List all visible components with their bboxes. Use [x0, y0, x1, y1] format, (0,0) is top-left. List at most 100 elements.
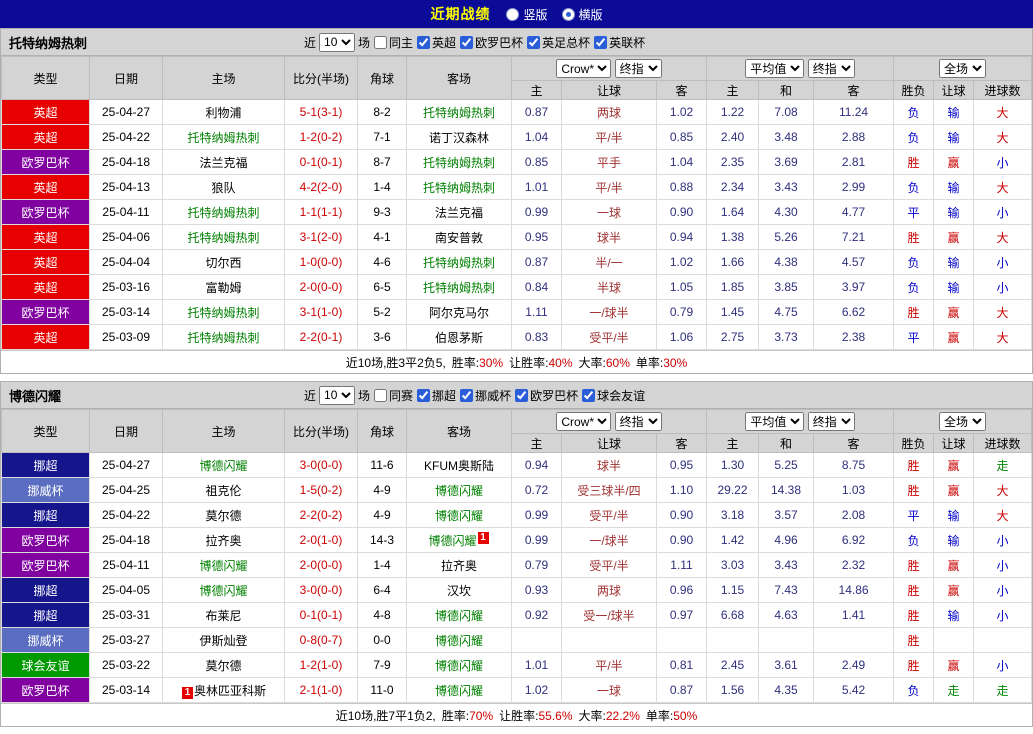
match-date: 25-04-11 [89, 552, 163, 578]
handicap: 平/半 [561, 124, 657, 150]
odds-company-select[interactable]: Crow* [556, 412, 612, 431]
league-filter-checkbox[interactable] [460, 35, 474, 49]
col-score: 比分(半场) [284, 56, 358, 100]
odds-stage-select[interactable]: 终指 [614, 412, 662, 431]
league-filter-checkbox[interactable] [460, 388, 474, 402]
avg-home: 1.85 [706, 274, 760, 300]
league-filter[interactable]: 英联杯 [593, 34, 645, 51]
odds-away: 1.06 [655, 324, 708, 350]
home-team-cell: 托特纳姆热刺 [162, 124, 285, 150]
avg-home [706, 627, 760, 653]
corner-score: 1-4 [357, 552, 407, 578]
team-name: 博德闪耀 [434, 608, 483, 623]
away-team-cell: 托特纳姆热刺 [406, 99, 512, 125]
avg-draw: 3.73 [758, 324, 815, 350]
recent-results-page: 近期战绩 竖版 横版 托特纳姆热刺 近 10 场 同主 英超 欧罗巴杯 英足总杯 [0, 0, 1033, 727]
corner-score: 7-9 [357, 652, 407, 678]
avg-odds-select[interactable]: 平均值 [745, 59, 805, 78]
result-outcome: 胜 [893, 552, 935, 578]
league-filter-checkbox[interactable] [515, 388, 529, 402]
away-team-cell: 博德闪耀 [406, 652, 512, 678]
league-filter[interactable]: 英超 [416, 34, 456, 51]
league-filter[interactable]: 挪威杯 [459, 387, 511, 404]
home-team-cell: 博德闪耀 [162, 452, 285, 478]
match-row: 英超 25-04-27 利物浦 5-1(3-1) 8-2 托特纳姆热刺 0.87 两球 1.02… [1, 99, 1032, 125]
horizontal-layout-label: 横版 [578, 7, 603, 22]
result-goals: 小 [973, 577, 1032, 603]
avg-away: 2.08 [813, 502, 895, 528]
horizontal-layout-radio[interactable]: 横版 [561, 6, 603, 23]
result-goals: 大 [973, 324, 1032, 350]
match-date: 25-03-09 [89, 324, 163, 350]
vertical-layout-radio[interactable]: 竖版 [506, 6, 548, 23]
near-label: 近 [304, 388, 317, 403]
league-filter[interactable]: 欧罗巴杯 [459, 34, 523, 51]
avg-home: 1.64 [706, 199, 760, 225]
league-filter-checkbox[interactable] [582, 388, 596, 402]
col-away: 客场 [406, 409, 512, 453]
over-rate-stat: 大率:22.2% [578, 708, 640, 723]
league-filter-checkbox[interactable] [417, 388, 431, 402]
results-table: 类型 日期 主场 比分(半场) 角球 客场 Crow* 终指 平均值 终指 全场… [1, 56, 1032, 350]
match-date: 25-04-25 [89, 477, 163, 503]
same-home-checkbox[interactable] [374, 35, 388, 49]
avg-home: 1.66 [706, 249, 760, 275]
handicap: 半球 [561, 274, 657, 300]
team-name: 博德闪耀 [434, 658, 483, 673]
avg-draw: 4.96 [758, 527, 815, 553]
result-goals: 大 [973, 502, 1032, 528]
team-name: 狼队 [211, 180, 236, 195]
radio-circle-icon[interactable] [506, 7, 520, 21]
radio-circle-checked-icon[interactable] [561, 7, 575, 21]
league-filter[interactable]: 球会友谊 [581, 387, 645, 404]
same-home-filter[interactable]: 同主 [373, 34, 413, 51]
avg-away: 14.86 [813, 577, 895, 603]
match-row: 英超 25-03-16 富勒姆 2-0(0-0) 6-5 托特纳姆热刺 0.84 半球 1.05… [1, 274, 1032, 300]
home-team-cell: 博德闪耀 [162, 552, 285, 578]
scope-select[interactable]: 全场 [939, 59, 987, 78]
match-date: 25-04-27 [89, 452, 163, 478]
odds-company-select[interactable]: Crow* [556, 59, 612, 78]
league-filter[interactable]: 欧罗巴杯 [514, 387, 578, 404]
summary-bar: 近10场,胜3平2负5, 胜率:30% 让胜率:40% 大率:60% 单率:30… [1, 350, 1032, 373]
col-odds-away: 客 [655, 433, 708, 453]
avg-away: 3.97 [813, 274, 895, 300]
avg-draw: 3.48 [758, 124, 815, 150]
league-filter[interactable]: 挪超 [416, 387, 456, 404]
team-name: 托特纳姆热刺 [187, 230, 260, 245]
score: 3-0(0-0) [284, 452, 358, 478]
league-filter-checkbox[interactable] [417, 35, 431, 49]
team-name: 阿尔克马尔 [428, 305, 489, 320]
recent-count-select[interactable]: 10 [319, 385, 356, 405]
avg-stage-select[interactable]: 终指 [807, 59, 855, 78]
col-avg-away: 客 [813, 80, 895, 100]
away-team-cell: 拉齐奥 [406, 552, 512, 578]
corner-score: 5-2 [357, 299, 407, 325]
team-name: 博德闪耀 [434, 633, 483, 648]
result-handicap: 赢 [933, 652, 975, 678]
avg-stage-select[interactable]: 终指 [807, 412, 855, 431]
same-competition-filter[interactable]: 同赛 [373, 387, 413, 404]
same-competition-checkbox[interactable] [374, 388, 388, 402]
league-filter[interactable]: 英足总杯 [526, 34, 590, 51]
team-name: 托特纳姆热刺 [422, 280, 495, 295]
odds-stage-select[interactable]: 终指 [614, 59, 662, 78]
avg-draw [758, 627, 815, 653]
col-outcome: 胜负 [893, 433, 935, 453]
team-results-panel-bodo: 博德闪耀 近 10 场 同赛 挪超 挪威杯 欧罗巴杯 球会友谊 类型 日期 主场 [0, 381, 1033, 727]
league-filter-checkbox[interactable] [594, 35, 608, 49]
score: 2-0(0-0) [284, 552, 358, 578]
scope-select[interactable]: 全场 [939, 412, 987, 431]
home-team-cell: 法兰克福 [162, 149, 285, 175]
col-outcome: 胜负 [893, 80, 935, 100]
match-date: 25-04-06 [89, 224, 163, 250]
col-avg-home: 主 [706, 80, 760, 100]
league-filter-checkbox[interactable] [527, 35, 541, 49]
odds-home: 1.11 [511, 299, 562, 325]
avg-home: 1.38 [706, 224, 760, 250]
recent-count-select[interactable]: 10 [319, 32, 356, 52]
league-badge: 欧罗巴杯 [1, 552, 90, 578]
result-outcome: 负 [893, 527, 935, 553]
score: 1-0(0-0) [284, 249, 358, 275]
avg-odds-select[interactable]: 平均值 [745, 412, 805, 431]
